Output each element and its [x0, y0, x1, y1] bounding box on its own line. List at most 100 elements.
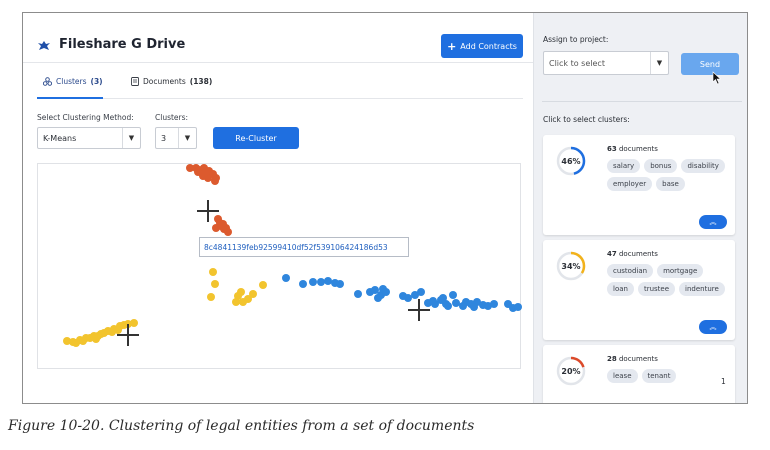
collapse-button[interactable]: ︽: [699, 320, 727, 334]
term-chips: salary bonus disability employer base: [607, 159, 731, 191]
document-point-blue[interactable]: [336, 280, 344, 288]
side-panel: Assign to project: Click to select ▼ Sen…: [533, 13, 747, 403]
document-point-yellow[interactable]: [120, 321, 128, 329]
document-point-yellow[interactable]: [209, 268, 217, 276]
document-point-yellow[interactable]: [94, 332, 102, 340]
main-panel: Fileshare G Drive + Add Contracts Cluste…: [23, 13, 533, 403]
clusters-count-label: Clusters:: [155, 113, 189, 122]
figure-caption: Figure 10-20. Clustering of legal entiti…: [8, 418, 475, 434]
term-chip: bonus: [644, 159, 678, 173]
document-point-blue[interactable]: [459, 302, 467, 310]
tab-documents[interactable]: Documents (138): [131, 77, 212, 86]
term-chip: employer: [607, 177, 653, 191]
term-chip: mortgage: [657, 264, 704, 278]
document-point-yellow[interactable]: [207, 293, 215, 301]
document-point-blue[interactable]: [354, 290, 362, 298]
term-chip: salary: [607, 159, 641, 173]
plus-icon: +: [447, 39, 457, 53]
document-point-blue[interactable]: [282, 274, 290, 282]
document-point-blue[interactable]: [444, 302, 452, 310]
clustering-method-label: Select Clustering Method:: [37, 113, 134, 122]
cluster-percent: 20%: [561, 366, 581, 376]
chevron-down-icon: ▼: [178, 128, 196, 148]
assign-project-label: Assign to project:: [543, 35, 609, 44]
tab-documents-count: (138): [189, 77, 213, 86]
document-point-yellow[interactable]: [237, 288, 245, 296]
document-point-yellow[interactable]: [249, 290, 257, 298]
clusters-count-value: 3: [161, 133, 167, 143]
term-chip: loan: [607, 282, 634, 296]
document-point-blue[interactable]: [317, 278, 325, 286]
project-select-placeholder: Click to select: [549, 58, 605, 68]
document-point-orange[interactable]: [194, 168, 202, 176]
term-chips: lease tenant: [607, 369, 731, 383]
re-cluster-button[interactable]: Re-Cluster: [213, 127, 299, 149]
document-point-yellow[interactable]: [259, 281, 267, 289]
term-chip: base: [656, 177, 685, 191]
document-point-blue[interactable]: [382, 288, 390, 296]
document-point-blue[interactable]: [490, 300, 498, 308]
active-tab-indicator: [37, 97, 103, 99]
project-select[interactable]: Click to select ▼: [543, 51, 669, 75]
clusters-count-select[interactable]: 3 ▼: [155, 127, 197, 149]
term-chips: custodian mortgage loan trustee indentur…: [607, 264, 731, 296]
document-point-orange[interactable]: [202, 168, 210, 176]
term-chip: lease: [607, 369, 638, 383]
tab-clusters[interactable]: Clusters (3): [43, 77, 103, 94]
clusters-icon: [43, 77, 52, 86]
term-chip: custodian: [607, 264, 654, 278]
term-chip: trustee: [637, 282, 676, 296]
cluster-card-2[interactable]: 34% 47 documents custodian mortgage loan…: [543, 240, 735, 340]
tab-clusters-label: Clusters: [56, 77, 87, 86]
cluster-trailing-value: 1: [721, 377, 726, 386]
app-title: Fileshare G Drive: [59, 37, 186, 52]
document-point-blue[interactable]: [514, 303, 522, 311]
collapse-button[interactable]: ︽: [699, 215, 727, 229]
document-point-blue[interactable]: [374, 294, 382, 302]
cluster-doc-count: 28 documents: [607, 355, 658, 363]
select-clusters-label: Click to select clusters:: [543, 115, 630, 124]
chevron-down-icon: ▼: [122, 128, 140, 148]
document-point-orange[interactable]: [211, 177, 219, 185]
add-contracts-label: Add Contracts: [460, 41, 517, 51]
document-point-blue[interactable]: [404, 294, 412, 302]
chevron-down-icon: ▼: [650, 52, 668, 74]
term-chip: tenant: [641, 369, 677, 383]
document-point-blue[interactable]: [429, 297, 437, 305]
app-window: Fileshare G Drive + Add Contracts Cluste…: [22, 12, 748, 404]
cluster-card-1[interactable]: 46% 63 documents salary bonus disability…: [543, 135, 735, 235]
clustering-method-value: K-Means: [43, 133, 77, 143]
document-point-yellow[interactable]: [130, 319, 138, 327]
document-point-yellow[interactable]: [72, 339, 80, 347]
document-point-blue[interactable]: [449, 291, 457, 299]
document-point-blue[interactable]: [324, 277, 332, 285]
document-point-blue[interactable]: [470, 303, 478, 311]
document-hash-tooltip: 8c4841139feb92599410df52f539106424186d53: [199, 237, 409, 257]
chevron-up-icon: ︽: [709, 218, 717, 226]
cluster-card-3[interactable]: 20% 28 documents lease tenant 1: [543, 345, 735, 403]
document-point-yellow[interactable]: [79, 337, 87, 345]
document-point-blue[interactable]: [417, 288, 425, 296]
document-point-orange[interactable]: [217, 222, 225, 230]
cluster-doc-count: 47 documents: [607, 250, 658, 258]
document-icon: [131, 77, 139, 86]
cluster-percent: 34%: [561, 261, 581, 271]
side-divider: [542, 101, 742, 102]
document-point-blue[interactable]: [452, 299, 460, 307]
document-point-blue[interactable]: [309, 278, 317, 286]
document-point-yellow[interactable]: [211, 280, 219, 288]
term-chip: indenture: [679, 282, 725, 296]
document-point-orange[interactable]: [224, 228, 232, 236]
tab-documents-label: Documents: [143, 77, 186, 86]
clustering-method-select[interactable]: K-Means ▼: [37, 127, 141, 149]
cluster-scatter-plot[interactable]: [37, 163, 522, 369]
app-logo-icon: [37, 37, 51, 56]
send-button[interactable]: Send: [681, 53, 739, 75]
tab-bar: Clusters (3) Documents (138): [37, 73, 523, 99]
document-point-blue[interactable]: [299, 280, 307, 288]
add-contracts-button[interactable]: + Add Contracts: [441, 34, 523, 58]
term-chip: disability: [681, 159, 725, 173]
chevron-up-icon: ︽: [709, 323, 717, 331]
app-header: Fileshare G Drive + Add Contracts: [23, 13, 533, 63]
scatter-canvas: [63, 164, 522, 347]
